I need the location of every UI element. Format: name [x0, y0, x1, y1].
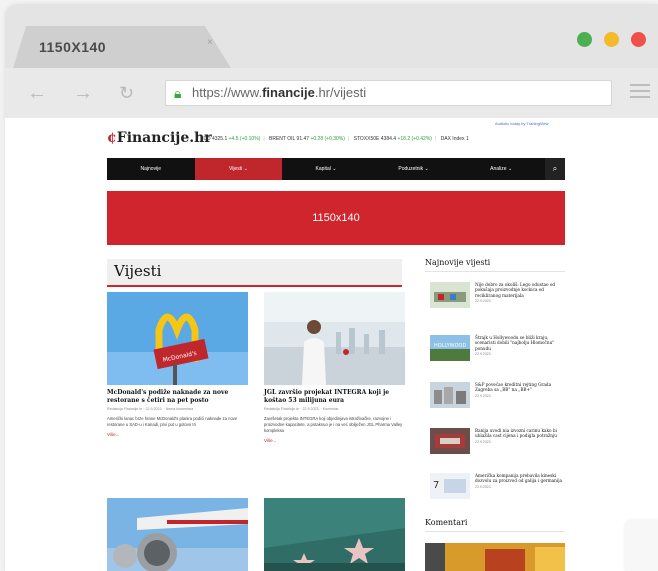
news-date: 22.9.2023.: [475, 484, 492, 489]
nav-kapital[interactable]: Kapital ⌄: [282, 158, 370, 180]
url-text: https://www.financije.hr/vijesti: [192, 85, 367, 100]
article-image-jet-engine[interactable]: [107, 498, 248, 571]
search-icon[interactable]: ⌕: [544, 158, 565, 180]
comments-image[interactable]: [425, 543, 565, 571]
read-more-link[interactable]: Više...: [107, 432, 248, 437]
forward-arrow-icon[interactable]: →: [73, 82, 93, 105]
article-meta: Redakcija Financije.hr · 22.9.2023. · Ne…: [107, 407, 194, 411]
tab-close-icon[interactable]: ×: [207, 37, 213, 48]
article-title[interactable]: JGL završio projekat INTEGRA koji je koš…: [264, 389, 405, 405]
news-title[interactable]: Nije dobro za okoliš: Lego odustao od po…: [475, 282, 570, 305]
close-button[interactable]: [631, 32, 646, 47]
news-thumbnail[interactable]: [430, 382, 470, 408]
hamburger-menu-icon[interactable]: [630, 84, 650, 102]
window-controls: [577, 32, 646, 47]
news-title[interactable]: Banija uvodi nia izvozni carinu kako bi …: [475, 428, 570, 445]
article-excerpt: Završetak projekta INTEGRA koji objedinj…: [264, 416, 403, 433]
section-header: Vijesti: [107, 259, 402, 287]
background-card-edge: [625, 520, 658, 571]
minimize-button[interactable]: [604, 32, 619, 47]
comments-title: Komentari: [425, 518, 565, 532]
nav-analize[interactable]: Analize ⌄: [457, 158, 545, 180]
nav-vijesti[interactable]: Vijesti ⌄: [194, 158, 283, 180]
ad-banner[interactable]: 1150x140: [107, 191, 565, 245]
web-page: Audiotic today by TradingView ¢Financije…: [5, 118, 658, 571]
svg-text:7: 7: [433, 480, 439, 491]
news-thumbnail[interactable]: [430, 282, 470, 308]
news-title[interactable]: Američka kompanija prebavila kineski doz…: [475, 473, 570, 490]
article-image-lab[interactable]: [264, 292, 405, 385]
browser-window: 1150X140 × ← → ↻ 🔒︎ https://www.financij…: [5, 4, 658, 571]
article-meta: Redakcija Financije.hr · 22.9.2023. · Ko…: [264, 407, 339, 411]
sidebar-title: Najnovije vijesti: [425, 258, 565, 272]
read-more-link[interactable]: Više...: [264, 438, 405, 443]
news-thumbnail[interactable]: 7: [430, 473, 470, 499]
tab-title: 1150X140: [39, 39, 107, 55]
article-image-walk-of-fame[interactable]: [264, 498, 405, 571]
lock-icon: 🔒︎: [174, 85, 182, 101]
news-title[interactable]: S&P povećao kreditni rejting Grada Zagre…: [475, 382, 570, 399]
nav-najnovije[interactable]: Najnovije: [107, 158, 195, 180]
nav-poduzetnik[interactable]: Poduzetnik ⌄: [370, 158, 458, 180]
section-title: Vijesti: [114, 262, 162, 280]
article-card[interactable]: McDonald's McDonald's podiže naknade za …: [107, 292, 248, 437]
article-card[interactable]: JGL završio projekat INTEGRA koji je koš…: [264, 292, 405, 443]
back-arrow-icon[interactable]: ←: [27, 82, 47, 105]
article-title[interactable]: McDonald's podiže naknade za nove restor…: [107, 389, 248, 405]
article-image-mcdonalds[interactable]: McDonald's: [107, 292, 248, 385]
site-logo[interactable]: ¢Financije.hr: [107, 130, 212, 146]
news-date: 22.9.2023.: [475, 439, 492, 444]
news-date: 22.9.2023.: [475, 393, 492, 398]
market-ticker: SDD 4325.1 +4.5 (+0.10%) | BRENT OIL 91.4…: [200, 136, 469, 142]
main-nav: Najnovije Vijesti ⌄ Kapital ⌄ Poduzetnik…: [107, 158, 565, 180]
news-thumbnail[interactable]: [430, 428, 470, 454]
maximize-button[interactable]: [577, 32, 592, 47]
news-date: 22.9.2023.: [475, 299, 492, 304]
sidebar-latest-news: Najnovije vijesti: [425, 258, 565, 272]
address-bar[interactable]: 🔒︎ https://www.financije.hr/vijesti: [165, 80, 612, 106]
news-thumbnail[interactable]: HOLLYWOOD: [430, 335, 470, 361]
article-excerpt: Američki lanac brze hrane McDonald's pla…: [107, 416, 238, 427]
tradingview-note[interactable]: Audiotic today by TradingView: [495, 121, 549, 126]
news-title[interactable]: Štrajk u Hollywoodu se bliži kraju, scen…: [475, 335, 570, 358]
news-date: 22.9.2023.: [475, 352, 492, 357]
reload-icon[interactable]: ↻: [119, 83, 134, 104]
svg-text:HOLLYWOOD: HOLLYWOOD: [434, 343, 466, 349]
